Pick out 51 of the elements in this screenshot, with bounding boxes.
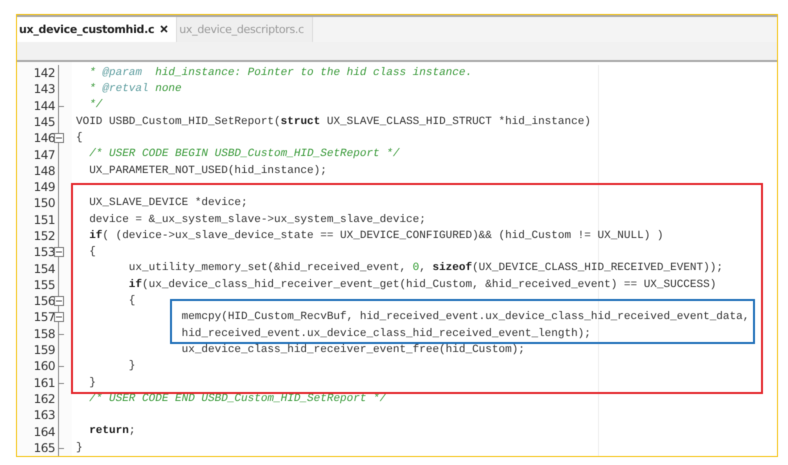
line-number: 157 — [32, 310, 55, 324]
line-number: 153 — [32, 245, 55, 260]
line-number: 158 — [32, 326, 55, 341]
line-number: 147 — [32, 148, 55, 162]
line-number: 142 — [32, 66, 55, 80]
collapse-icon[interactable] — [54, 312, 64, 322]
code-line: { — [128, 295, 136, 308]
code-line: */ — [88, 99, 102, 112]
line-number: 164 — [32, 424, 55, 439]
code-line: UX_SLAVE_DEVICE *device; — [88, 197, 248, 210]
collapse-icon[interactable] — [54, 247, 64, 258]
code-line: } — [76, 442, 83, 454]
line-number: 161 — [32, 376, 55, 390]
line-number: 156 — [32, 294, 55, 308]
code-line: UX_PARAMETER_NOT_USED(hid_instance); — [88, 164, 327, 177]
code-line: * @retval none — [88, 83, 182, 96]
collapse-icon[interactable] — [54, 296, 64, 306]
file-tab[interactable]: ux_device_customhid.c — [17, 17, 178, 42]
line-number: 159 — [32, 343, 55, 358]
code-line: VOID USBD_Custom_HID_SetReport(struct UX_SLAVE_CLASS_HID_STRUCT *hid_instance) — [76, 116, 591, 128]
line-number: 162 — [32, 392, 55, 406]
line-number: 148 — [32, 164, 55, 178]
code-line: return; — [88, 425, 136, 438]
code-line: ux_device_class_hid_receiver_event_free(hid_Custom); — [180, 344, 525, 356]
line-number: 146 — [32, 131, 55, 146]
line-number: 145 — [32, 114, 55, 129]
code-line: /* USER CODE BEGIN USBD_Custom_HID_SetReport */ — [88, 148, 400, 160]
code-line: memcpy(HID_Custom_RecvBuf, hid_received_event.ux_device_class_hid_received_event_data, — [182, 311, 750, 324]
code-line: ux_utility_memory_set(&hid_received_event, 0, sizeof(UX_DEVICE_CLASS_HID_RECEIVED_EVENT)); — [128, 262, 723, 274]
code-line: { — [88, 246, 96, 258]
line-number: 165 — [32, 440, 55, 455]
collapse-icon[interactable] — [54, 133, 64, 144]
line-number: 154 — [32, 262, 55, 276]
line-number: 160 — [32, 359, 55, 374]
line-number: 151 — [32, 212, 55, 227]
line-number: 152 — [32, 228, 55, 243]
line-number: 144 — [32, 98, 55, 113]
code-line: device = &_ux_system_slave->ux_system_slave_device; — [88, 214, 426, 226]
line-number: 150 — [32, 196, 55, 210]
line-number: 143 — [32, 82, 55, 96]
code-line: * @param hid_instance: Pointer to the hid class instance. — [88, 66, 472, 79]
line-number: 163 — [32, 408, 55, 422]
code-line: } — [88, 376, 96, 389]
code-line: { — [76, 132, 83, 144]
code-line: if( (device->ux_slave_device_state == UX_DEVICE_CONFIGURED)&& (hid_Custom != UX_NULL) ) — [88, 230, 664, 242]
code-line: } — [128, 360, 136, 372]
line-number: 149 — [32, 180, 55, 194]
code-line: hid_received_event.ux_device_class_hid_received_event_length); — [182, 328, 591, 340]
line-number: 155 — [32, 278, 55, 292]
close-icon[interactable] — [160, 25, 168, 34]
code-line: if(ux_device_class_hid_receiver_event_get(hid_Custom, &hid_received_event) == UX_SUCCESS) — [128, 278, 716, 291]
